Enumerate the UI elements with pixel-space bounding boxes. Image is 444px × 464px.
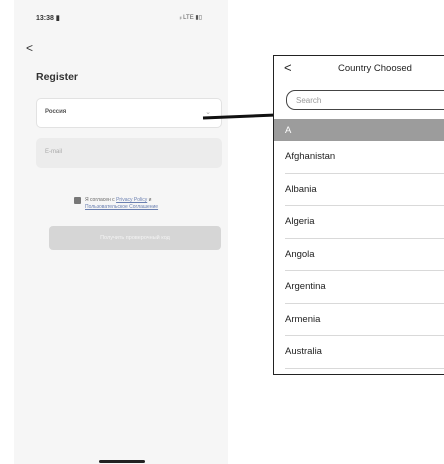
search-input[interactable] [296, 94, 436, 106]
country-row[interactable]: Angola [285, 239, 444, 271]
picker-title: Country Choosed [338, 63, 412, 74]
country-name: Argentina [285, 281, 326, 292]
section-header: A [274, 119, 444, 141]
country-name: Armenia [285, 313, 321, 325]
country-name: Algeria [285, 216, 315, 227]
country-row[interactable]: Argentina [285, 271, 444, 304]
back-arrow-icon[interactable]: < [284, 60, 292, 75]
country-row[interactable]: Algeria [285, 206, 444, 239]
country-picker: < Country Choosed A Afghanistan Albania … [273, 55, 444, 375]
country-name: Albania [285, 183, 317, 195]
picker-header: < Country Choosed [274, 56, 444, 82]
arrow-shaft [202, 113, 277, 120]
country-row[interactable]: Afghanistan [285, 141, 444, 174]
country-name: Australia [285, 346, 322, 357]
country-name: Angola [285, 248, 315, 260]
country-row[interactable]: Albania [285, 174, 444, 206]
country-name: Afghanistan [285, 151, 336, 162]
country-list: Afghanistan Albania Algeria Angola Argen… [274, 141, 444, 369]
country-row[interactable]: Armenia [285, 304, 444, 336]
search-field[interactable] [286, 90, 444, 110]
country-row[interactable]: Australia [285, 336, 444, 369]
